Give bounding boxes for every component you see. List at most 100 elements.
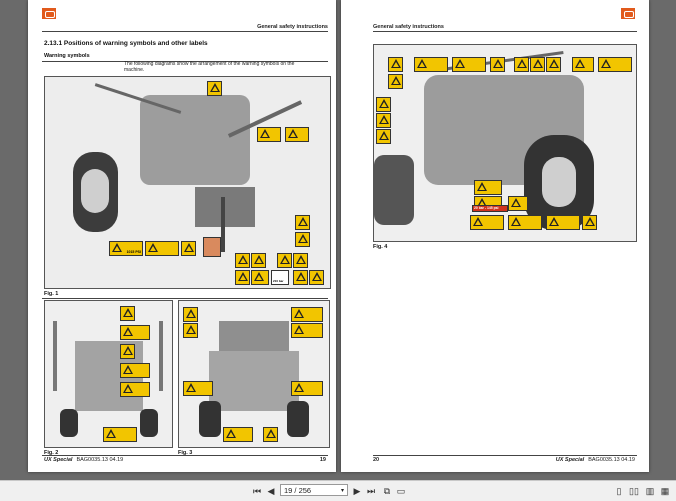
footer-brand: UX Special: [44, 457, 73, 463]
page-header: General safety instructions: [373, 24, 444, 30]
header-rule: [373, 31, 637, 32]
window-icon[interactable]: ▭: [394, 485, 408, 497]
warning-symbol: [582, 215, 597, 230]
rear-wheel-right: [140, 409, 158, 437]
copy-icon[interactable]: ⧉: [380, 485, 394, 497]
footer-doc-code: BAG0035.13 04.19: [76, 457, 124, 463]
warning-symbol: [295, 215, 310, 230]
warning-symbol: [285, 127, 309, 142]
footer-doc-info: UX Special BAG0035.13 04.19: [44, 457, 123, 463]
pressure-warning-label: 20 bar - 145 psi: [472, 205, 508, 212]
warning-symbol: [376, 97, 391, 112]
figure-2: [44, 300, 173, 448]
page-20: General safety instructions 20 bar - 145…: [341, 0, 649, 472]
footer-brand: UX Special: [555, 457, 585, 463]
warning-symbol: [293, 270, 308, 285]
viewer-toolbar: ⏮ ◀ 19 / 256 ▾ ▶ ⏭ ⧉ ▭ ▯ ▯▯ ▥ ▦: [0, 480, 676, 501]
rear-wheel-left: [60, 409, 78, 437]
warning-symbol: [223, 427, 253, 442]
warning-symbol: [546, 215, 580, 230]
pressure-label-psi: 1015 PSI: [126, 250, 141, 254]
warning-symbol: [291, 307, 323, 322]
pressure-label: 210 bar: [271, 270, 289, 285]
footer-doc-info: UX Special BAG0035.13 04.19: [556, 457, 635, 463]
intro-paragraph: The following diagrams show the arrangem…: [124, 61, 295, 73]
boom-folded: [219, 321, 289, 351]
warning-symbol: [120, 382, 150, 397]
wheel-hub: [542, 157, 576, 207]
warning-symbol: [235, 270, 250, 285]
page-number-input[interactable]: 19 / 256 ▾: [280, 484, 348, 496]
tractor-wheel: [374, 155, 414, 225]
section-title: 2.13.1 Positions of warning symbols and …: [44, 40, 208, 47]
warning-symbol: [263, 427, 278, 442]
figure-4-caption: Fig. 4: [373, 244, 388, 250]
drawbar: [221, 197, 225, 252]
last-page-button[interactable]: ⏭: [364, 485, 378, 497]
warning-symbol: [452, 57, 486, 72]
information-label: [203, 237, 221, 257]
grid-view-icon[interactable]: ▦: [658, 485, 672, 497]
warning-symbol: [474, 180, 502, 195]
pump-unit: [195, 187, 255, 227]
caption-rule: [42, 298, 328, 299]
warning-symbol: [376, 129, 391, 144]
warning-symbol: [120, 344, 135, 359]
figure-4: 20 bar - 145 psi: [373, 44, 637, 242]
warning-symbol: [572, 57, 594, 72]
front-wheel-right: [287, 401, 309, 437]
sprayer-tank: [140, 95, 250, 185]
warning-symbol: [291, 381, 323, 396]
brand-logo: [621, 8, 635, 19]
warning-symbol: [183, 323, 198, 338]
warning-symbol: [277, 253, 292, 268]
sprayer-front: [209, 351, 299, 411]
figure-3: [178, 300, 330, 448]
warning-symbol: [388, 74, 403, 89]
two-page-view-icon[interactable]: ▯▯: [626, 485, 642, 497]
warning-symbol: [145, 241, 179, 256]
warning-symbol: [598, 57, 632, 72]
warning-symbol: [183, 307, 198, 322]
warning-symbol: [235, 253, 250, 268]
warning-symbol: [514, 57, 529, 72]
warning-symbol: [293, 253, 308, 268]
warning-symbol: [120, 306, 135, 321]
figure-1-caption: Fig. 1: [44, 291, 59, 297]
warning-symbol: [546, 57, 561, 72]
warning-symbol: [120, 325, 150, 340]
brand-logo: [42, 8, 56, 19]
previous-page-button[interactable]: ◀: [264, 485, 278, 497]
warning-symbol: [183, 381, 213, 396]
pressure-label-bar: 210 bar: [273, 279, 284, 283]
warning-symbol: [207, 81, 222, 96]
warning-symbol: [291, 323, 323, 338]
first-page-button[interactable]: ⏮: [250, 485, 264, 497]
warning-symbol: [251, 270, 269, 285]
footer-rule: [373, 455, 637, 456]
page-19: General safety instructions 2.13.1 Posit…: [28, 0, 336, 472]
chevron-down-icon[interactable]: ▾: [341, 485, 344, 497]
warning-symbol: [508, 196, 528, 211]
page-number: 20: [373, 457, 380, 463]
warning-symbol: [309, 270, 324, 285]
single-page-view-icon[interactable]: ▯: [612, 485, 626, 497]
page-indicator: 19 / 256: [284, 486, 312, 495]
warning-symbol: [490, 57, 505, 72]
front-wheel-left: [199, 401, 221, 437]
warning-symbol: [120, 363, 150, 378]
boom-right: [159, 321, 163, 391]
figure-1: 1015 PSI 210 bar: [44, 76, 331, 289]
footer-rule: [42, 455, 328, 456]
warning-symbol: [470, 215, 504, 230]
document-viewer[interactable]: General safety instructions 2.13.1 Posit…: [0, 0, 676, 480]
header-rule: [42, 31, 328, 32]
subheading: Warning symbols: [44, 53, 90, 59]
warning-symbol: [251, 253, 266, 268]
next-page-button[interactable]: ▶: [350, 485, 364, 497]
pressure-warning-text: 20 bar - 145 psi: [474, 206, 499, 210]
warning-symbol: [181, 241, 196, 256]
footer-doc-code: BAG0035.13 04.19: [588, 457, 635, 463]
warning-symbol: [257, 127, 281, 142]
continuous-view-icon[interactable]: ▥: [643, 485, 657, 497]
